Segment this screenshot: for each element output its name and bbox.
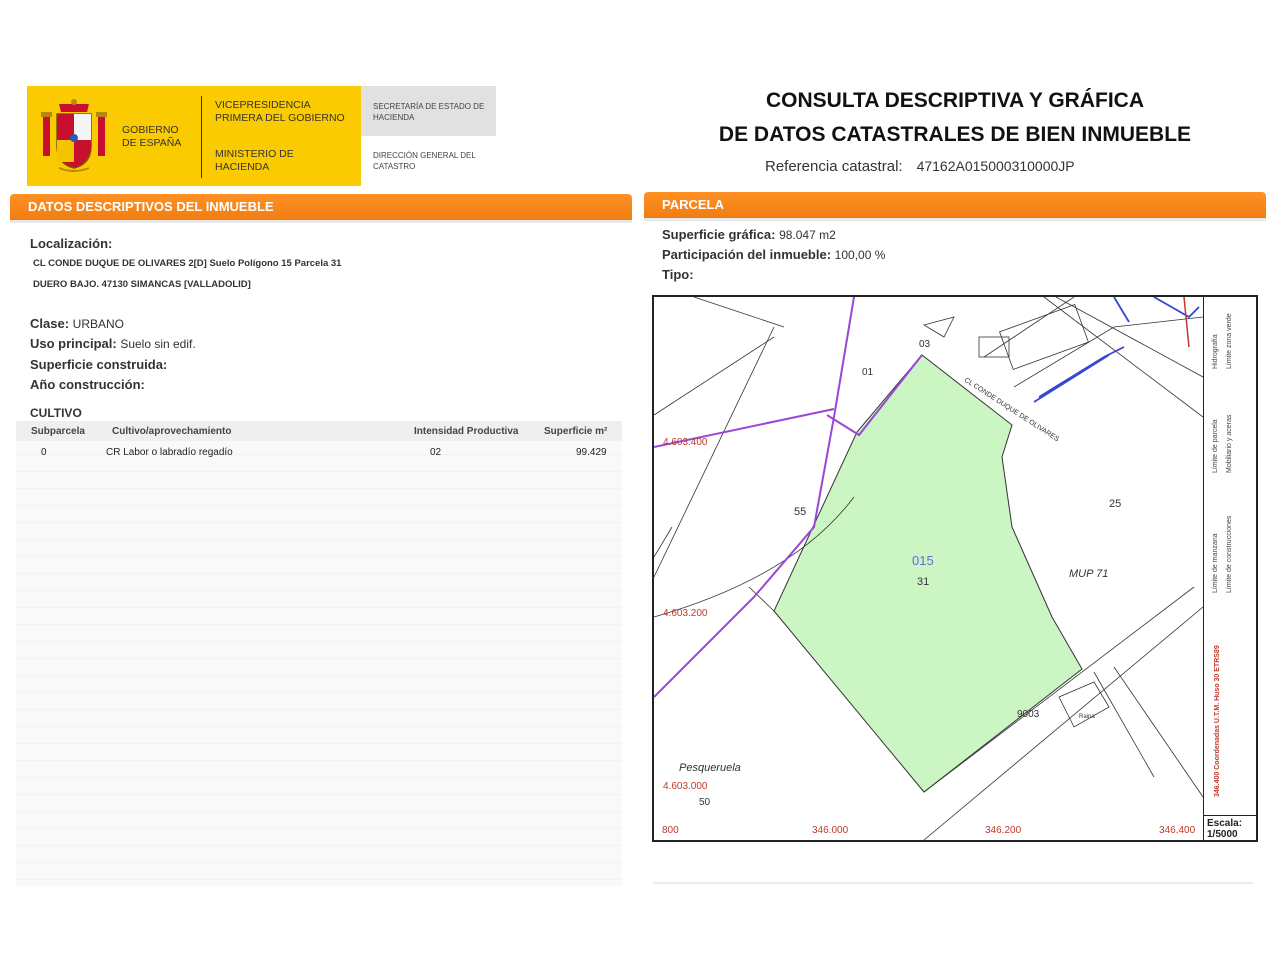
coord-x-1: 346.000 [812, 825, 849, 836]
superficie-grafica-value: 98.047 m2 [779, 228, 836, 242]
label-55: 55 [794, 506, 806, 518]
logo-direccion: DIRECCIÓN GENERAL DEL CATASTRO [373, 151, 476, 171]
coord-x-2: 346.200 [985, 825, 1022, 836]
label-50: 50 [699, 797, 711, 808]
localizacion-line2: DUERO BAJO. 47130 SIMANCAS [VALLADOLID] [33, 279, 251, 290]
col-subparcela: Subparcela [31, 426, 85, 437]
reference-label: Referencia catastral: [765, 158, 903, 175]
label-03: 03 [919, 339, 931, 350]
coat-of-arms-icon [41, 99, 107, 172]
coord-x-3: 346.400 [1159, 825, 1196, 836]
legend-construcciones: Límite de construcciones [1226, 515, 1233, 593]
legend-hidrografia: Hidrografía [1212, 334, 1219, 369]
cultivo-title: CULTIVO [30, 406, 82, 420]
coord-y-0: 4.603.400 [663, 437, 708, 448]
water-lines [1033, 297, 1200, 403]
reference-line: Referencia catastral: 47162A015000310000J… [765, 158, 1075, 175]
uso-row: Uso principal: Suelo sin edif. [30, 336, 196, 351]
map-drawing: 015 31 01 03 55 25 MUP 71 9003 Raina Pes… [654, 297, 1203, 840]
label-poligono: 015 [912, 553, 934, 568]
scale-box: Escala: 1/5000 [1203, 815, 1258, 842]
government-logo: GOBIERNO DE ESPAÑA VICEPRESIDENCIA PRIME… [27, 86, 496, 186]
logo-ministerio: MINISTERIO DE HACIENDA [215, 148, 294, 173]
footer-divider [653, 882, 1253, 884]
scale-value: 1/5000 [1207, 829, 1238, 840]
legend-manzana: Límite de manzana [1212, 533, 1219, 593]
logo-vicepresidencia: VICEPRESIDENCIA PRIMERA DEL GOBIERNO [215, 99, 345, 124]
label-9003: 9003 [1017, 709, 1040, 720]
page-title-line1: CONSULTA DESCRIPTIVA Y GRÁFICA [765, 89, 1145, 112]
red-boundary [1183, 297, 1190, 348]
cadastral-map: 015 31 01 03 55 25 MUP 71 9003 Raina Pes… [652, 295, 1258, 842]
label-parcela: 31 [917, 576, 929, 588]
logo-secretaria: SECRETARÍA DE ESTADO DE HACIENDA [373, 102, 485, 122]
coord-y-1: 4.603.200 [663, 608, 708, 619]
legend-parcela: Límite de parcela [1212, 419, 1219, 473]
col-intensidad: Intensidad Productiva [414, 426, 519, 437]
label-25: 25 [1109, 498, 1121, 510]
label-01: 01 [862, 367, 874, 378]
superficie-construida-label: Superficie construida: [30, 357, 168, 372]
anio-construccion-label: Año construcción: [30, 377, 145, 392]
reference-value: 47162A015000310000JP [916, 158, 1075, 174]
cell-subparcela: 0 [41, 447, 47, 458]
clase-label: Clase: [30, 316, 70, 331]
participacion-row: Participación del inmueble: 100,00 % [662, 247, 885, 262]
participacion-value: 100,00 % [834, 248, 886, 262]
tipo-label: Tipo: [662, 267, 694, 282]
cultivo-table: Subparcela Cultivo/aprovechamiento Inten… [16, 421, 622, 886]
coord-x-0: 800 [662, 825, 679, 836]
participacion-label: Participación del inmueble: [662, 247, 832, 262]
legend-zona-verde: Límite zona verde [1226, 313, 1233, 369]
label-pesqueruela: Pesqueruela [679, 762, 741, 774]
col-cultivo: Cultivo/aprovechamiento [112, 426, 232, 437]
section-bar-parcela: PARCELA [644, 192, 1266, 218]
map-legend: Hidrografía Límite zona verde Límite de … [1203, 297, 1259, 815]
uso-label: Uso principal: [30, 336, 117, 351]
scale-label: Escala: [1207, 818, 1243, 829]
logo-gobierno: GOBIERNO DE ESPAÑA [122, 124, 182, 149]
localizacion-label: Localización: [30, 236, 113, 251]
clase-value: URBANO [72, 317, 124, 331]
localizacion-line1: CL CONDE DUQUE DE OLIVARES 2[D] Suelo Po… [33, 258, 342, 269]
cell-superficie: 99.429 [576, 447, 607, 458]
label-mup: MUP 71 [1069, 568, 1108, 580]
clase-row: Clase: URBANO [30, 316, 124, 331]
table-header: Subparcela Cultivo/aprovechamiento Inten… [16, 421, 622, 441]
label-raina: Raina [1079, 714, 1095, 720]
superficie-grafica-label: Superficie gráfica: [662, 227, 776, 242]
col-superficie: Superficie m² [544, 426, 608, 437]
legend-mobiliario: Mobiliario y aceras [1226, 414, 1233, 473]
superficie-grafica-row: Superficie gráfica: 98.047 m2 [662, 227, 836, 242]
legend-coords: 346.400 Coordenadas U.T.M. Huso 30 ETRS8… [1214, 645, 1221, 797]
page-title-line2: DE DATOS CATASTRALES DE BIEN INMUEBLE [718, 123, 1192, 146]
cell-cultivo: CR Labor o labradío regadío [106, 447, 233, 458]
coord-y-2: 4.603.000 [663, 781, 708, 792]
cell-intensidad: 02 [430, 447, 442, 458]
uso-value: Suelo sin edif. [120, 337, 196, 351]
section-bar-descriptivos: DATOS DESCRIPTIVOS DEL INMUEBLE [10, 194, 632, 220]
